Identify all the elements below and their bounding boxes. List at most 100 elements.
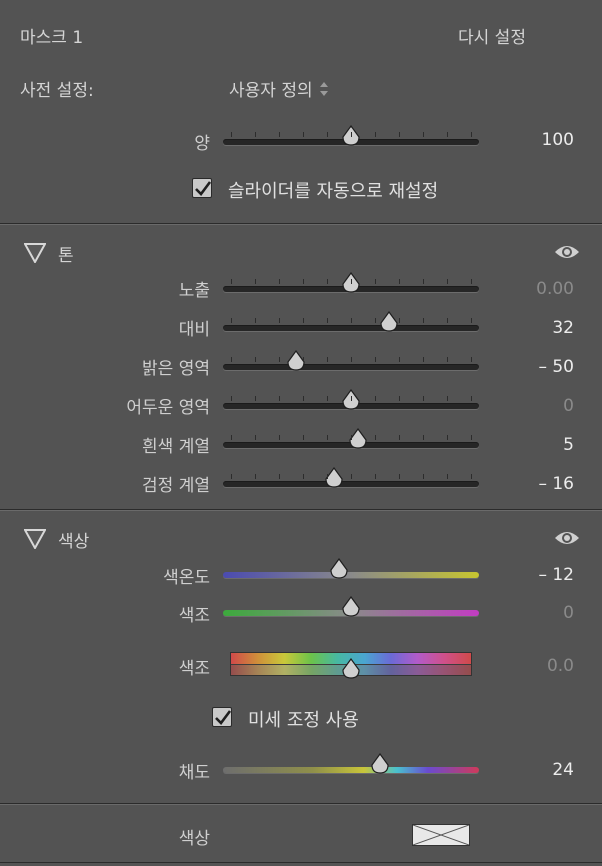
- exposure-value[interactable]: 0.00: [484, 279, 574, 299]
- slider-tick: [231, 396, 232, 401]
- slider-tick: [351, 435, 352, 440]
- slider-tick: [423, 435, 424, 440]
- slider-tick: [279, 396, 280, 401]
- slider-tick: [279, 279, 280, 284]
- fine-adjust-checkbox[interactable]: [212, 707, 232, 727]
- slider-tick: [375, 132, 376, 137]
- slider-tick: [231, 279, 232, 284]
- slider-tick: [375, 474, 376, 479]
- slider-tick: [255, 318, 256, 323]
- whites-value[interactable]: 5: [484, 435, 574, 455]
- blacks-value[interactable]: – 16: [484, 474, 574, 494]
- slider-tick: [375, 435, 376, 440]
- checkmark-icon: [215, 710, 232, 725]
- mask-title: 마스크 1: [20, 28, 84, 48]
- slider-tick: [279, 435, 280, 440]
- slider-tick: [327, 357, 328, 362]
- slider-tick: [327, 435, 328, 440]
- slider-tick: [399, 357, 400, 362]
- slider-tick: [351, 132, 352, 137]
- slider-tick: [351, 279, 352, 284]
- slider-tick: [423, 396, 424, 401]
- slider-tick: [255, 474, 256, 479]
- shadows-value[interactable]: 0: [484, 396, 574, 416]
- slider-tick: [303, 132, 304, 137]
- slider-tick: [231, 474, 232, 479]
- slider-tick: [255, 279, 256, 284]
- slider-tick: [279, 357, 280, 362]
- hue-slider-thumb[interactable]: [341, 657, 361, 680]
- color-disclosure-triangle[interactable]: [23, 529, 47, 553]
- slider-tick: [327, 474, 328, 479]
- fine-adjust-label: 미세 조정 사용: [248, 710, 359, 731]
- slider-tick: [231, 132, 232, 137]
- slider-tick: [351, 318, 352, 323]
- triangle-down-icon: [23, 243, 47, 265]
- tone-section-title: 톤: [58, 246, 74, 266]
- slider-tick: [231, 435, 232, 440]
- slider-tick: [255, 357, 256, 362]
- slider-tick: [231, 318, 232, 323]
- tint-slider-thumb[interactable]: [341, 595, 361, 618]
- blacks-slider-track[interactable]: [223, 481, 479, 487]
- temperature-slider-thumb[interactable]: [329, 557, 349, 580]
- slider-tick: [471, 396, 472, 401]
- contrast-value[interactable]: 32: [484, 318, 574, 338]
- color-swatch[interactable]: [412, 824, 470, 846]
- shadows-label: 어두운 영역: [126, 398, 210, 418]
- slider-tick: [423, 318, 424, 323]
- slider-tick: [351, 474, 352, 479]
- slider-tick: [255, 396, 256, 401]
- saturation-slider-thumb[interactable]: [370, 752, 390, 775]
- contrast-slider-track[interactable]: [223, 325, 479, 331]
- slider-tick: [399, 279, 400, 284]
- tint-label: 색조: [178, 606, 210, 626]
- updown-chevron-icon: [319, 81, 328, 96]
- temperature-value[interactable]: – 12: [484, 565, 574, 585]
- eye-icon[interactable]: [554, 529, 580, 547]
- slider-tick: [327, 396, 328, 401]
- tint-value[interactable]: 0: [484, 603, 574, 623]
- preset-dropdown[interactable]: 사용자 정의: [229, 76, 329, 101]
- highlights-slider-track[interactable]: [223, 364, 479, 370]
- temperature-slider-track[interactable]: [223, 572, 479, 578]
- amount-label: 양: [194, 134, 210, 154]
- checkmark-icon: [195, 181, 212, 196]
- saturation-label: 채도: [178, 763, 210, 783]
- hue-label: 색조: [178, 659, 210, 679]
- preset-value: 사용자 정의: [229, 81, 313, 101]
- slider-tick: [447, 318, 448, 323]
- slider-tick: [375, 279, 376, 284]
- eye-icon[interactable]: [554, 243, 580, 261]
- slider-tick: [447, 132, 448, 137]
- slider-tick: [375, 396, 376, 401]
- exposure-label: 노출: [178, 281, 210, 301]
- auto-reset-checkbox[interactable]: [192, 178, 212, 198]
- tone-slider-thumb[interactable]: [379, 310, 399, 333]
- auto-reset-label: 슬라이더를 자동으로 재설정: [228, 181, 439, 202]
- slider-tick: [303, 318, 304, 323]
- slider-tick: [399, 435, 400, 440]
- slider-tick: [423, 474, 424, 479]
- saturation-value[interactable]: 24: [484, 760, 574, 780]
- slider-tick: [447, 474, 448, 479]
- hue-value[interactable]: 0.0: [484, 656, 574, 676]
- amount-value[interactable]: 100: [484, 130, 574, 150]
- slider-tick: [351, 396, 352, 401]
- saturation-slider-track[interactable]: [223, 767, 479, 773]
- slider-tick: [471, 474, 472, 479]
- slider-tick: [327, 132, 328, 137]
- slider-tick: [447, 357, 448, 362]
- slider-tick: [279, 132, 280, 137]
- highlights-value[interactable]: – 50: [484, 357, 574, 377]
- slider-tick: [351, 357, 352, 362]
- slider-tick: [447, 396, 448, 401]
- no-color-icon: [412, 824, 470, 846]
- slider-tick: [447, 279, 448, 284]
- slider-tick: [375, 357, 376, 362]
- reset-button[interactable]: 다시 설정: [458, 23, 526, 48]
- slider-tick: [303, 435, 304, 440]
- tone-disclosure-triangle[interactable]: [23, 243, 47, 267]
- slider-tick: [303, 474, 304, 479]
- slider-tick: [471, 357, 472, 362]
